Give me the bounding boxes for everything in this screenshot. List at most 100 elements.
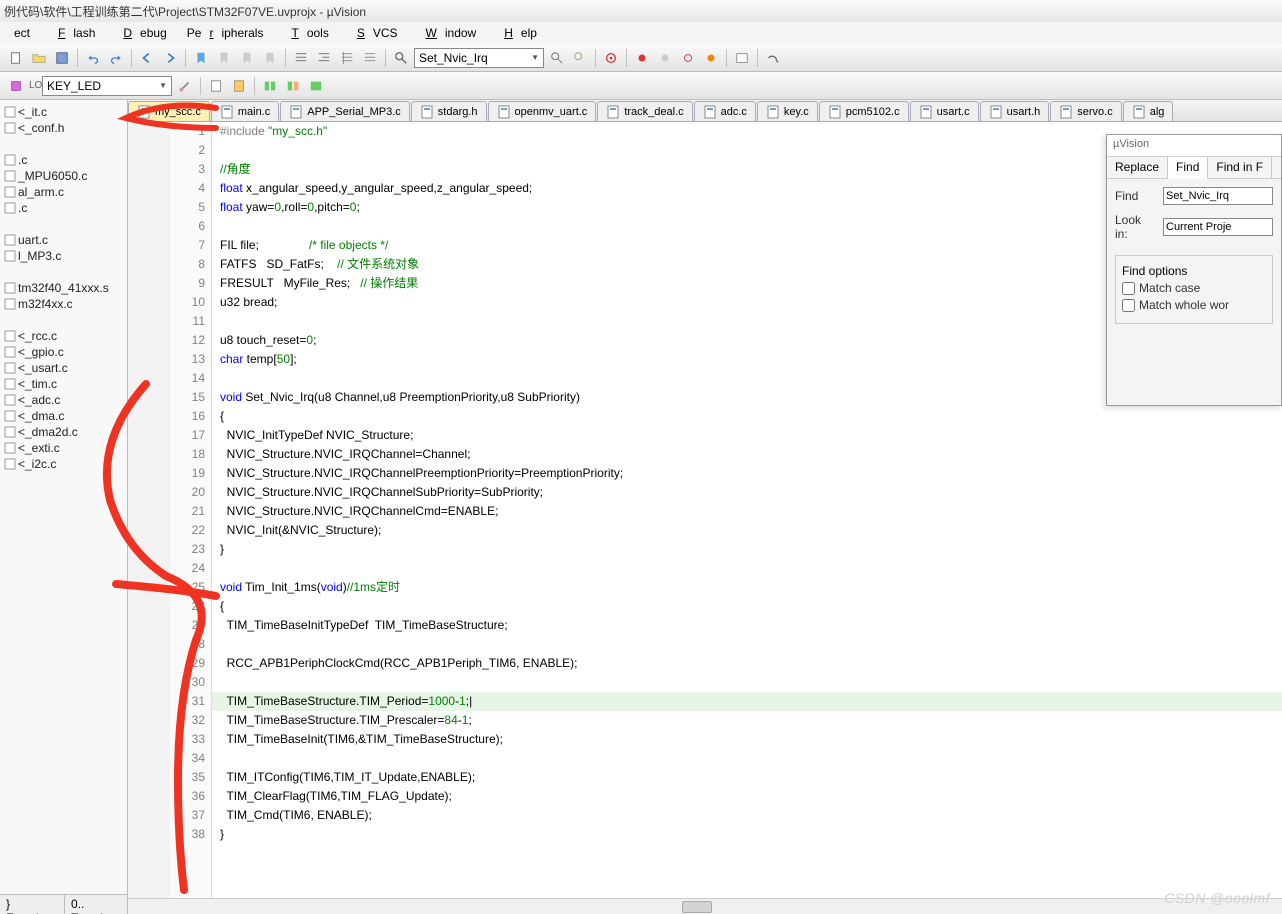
marker-column: [128, 122, 170, 898]
lookin-input[interactable]: [1163, 218, 1273, 236]
tree-item[interactable]: <_exti.c: [2, 440, 125, 456]
tree-item[interactable]: <_it.c: [2, 104, 125, 120]
tree-item[interactable]: _MPU6050.c: [2, 168, 125, 184]
editor-tab[interactable]: main.c: [211, 101, 279, 121]
find-input[interactable]: [1163, 187, 1273, 205]
manage-icon-3[interactable]: [306, 76, 326, 96]
file-ext-icon-1[interactable]: [206, 76, 226, 96]
breakpoint-toggle-icon[interactable]: [655, 48, 675, 68]
target-combo[interactable]: KEY_LED ▼: [42, 76, 172, 96]
tree-item[interactable]: <_tim.c: [2, 376, 125, 392]
manage-icon-2[interactable]: [283, 76, 303, 96]
debug-icon[interactable]: [601, 48, 621, 68]
find-in-files-icon[interactable]: [547, 48, 567, 68]
match-case-checkbox[interactable]: Match case: [1122, 281, 1266, 295]
file-icon: [989, 105, 1003, 119]
editor-tab[interactable]: usart.c: [910, 101, 979, 121]
bookmark-icon[interactable]: [191, 48, 211, 68]
editor-tab[interactable]: alg: [1123, 101, 1174, 121]
next-bookmark-icon[interactable]: [160, 48, 180, 68]
file-icon: [4, 346, 16, 358]
tree-item[interactable]: <_dma.c: [2, 408, 125, 424]
editor-tab[interactable]: key.c: [757, 101, 818, 121]
open-file-icon[interactable]: [29, 48, 49, 68]
editor-tab[interactable]: stdarg.h: [411, 101, 487, 121]
tab-functions[interactable]: } Functions: [0, 895, 65, 914]
tree-item[interactable]: <_usart.c: [2, 360, 125, 376]
tree-item[interactable]: <_i2c.c: [2, 456, 125, 472]
menu-project[interactable]: ect: [6, 24, 38, 42]
menu-debug[interactable]: Debug: [107, 24, 174, 42]
new-file-icon[interactable]: [6, 48, 26, 68]
tree-item[interactable]: <_conf.h: [2, 120, 125, 136]
file-icon: [497, 105, 511, 119]
tree-item[interactable]: [2, 312, 125, 328]
redo-icon[interactable]: [106, 48, 126, 68]
outdent-icon[interactable]: [314, 48, 334, 68]
editor-tab[interactable]: servo.c: [1050, 101, 1121, 121]
file-icon: [1132, 105, 1146, 119]
configure-icon[interactable]: [763, 48, 783, 68]
menu-help[interactable]: Help: [488, 24, 545, 42]
file-icon: [919, 105, 933, 119]
prev-bookmark-icon[interactable]: [137, 48, 157, 68]
editor-tab[interactable]: openmv_uart.c: [488, 101, 597, 121]
file-icon: [4, 426, 16, 438]
tree-item[interactable]: <_gpio.c: [2, 344, 125, 360]
lookin-label: Look in:: [1115, 213, 1157, 241]
find-title: µVision: [1107, 135, 1281, 157]
tree-item[interactable]: al_arm.c: [2, 184, 125, 200]
translate-icon[interactable]: [6, 76, 26, 96]
breakpoint-icon[interactable]: [632, 48, 652, 68]
tree-item[interactable]: [2, 216, 125, 232]
tree-item[interactable]: .c: [2, 200, 125, 216]
incremental-find-icon[interactable]: [570, 48, 590, 68]
comment-icon[interactable]: [337, 48, 357, 68]
options-icon[interactable]: [175, 76, 195, 96]
tab-templates[interactable]: 0.. Templates: [65, 895, 128, 914]
editor-tab[interactable]: pcm5102.c: [819, 101, 909, 121]
menu-tools[interactable]: Tools: [275, 24, 336, 42]
indent-icon[interactable]: [291, 48, 311, 68]
bookmark-prev-icon[interactable]: [214, 48, 234, 68]
project-tree[interactable]: <_it.c<_conf.h .c_MPU6050.cal_arm.c.c ua…: [0, 100, 127, 894]
uncomment-icon[interactable]: [360, 48, 380, 68]
tab-find[interactable]: Find: [1168, 157, 1208, 179]
editor-tab[interactable]: my_scc.c: [128, 101, 210, 121]
find-combo[interactable]: Set_Nvic_Irq ▼: [414, 48, 544, 68]
tree-item[interactable]: [2, 136, 125, 152]
tree-item[interactable]: uart.c: [2, 232, 125, 248]
tree-item[interactable]: [2, 264, 125, 280]
save-icon[interactable]: [52, 48, 72, 68]
file-ext-icon-2[interactable]: [229, 76, 249, 96]
find-dialog[interactable]: µVision Replace Find Find in F Find Look…: [1106, 134, 1282, 406]
bookmark-clear-icon[interactable]: [260, 48, 280, 68]
menu-svcs[interactable]: SVCS: [341, 24, 406, 42]
tree-item[interactable]: <_adc.c: [2, 392, 125, 408]
menu-flash[interactable]: Flash: [42, 24, 103, 42]
menu-peripherals[interactable]: Peripherals: [179, 24, 272, 42]
editor-tab[interactable]: APP_Serial_MP3.c: [280, 101, 410, 121]
editor-tab[interactable]: usart.h: [980, 101, 1050, 121]
editor-tab[interactable]: track_deal.c: [597, 101, 692, 121]
scrollbar-thumb[interactable]: [682, 901, 712, 913]
tree-item[interactable]: <_dma2d.c: [2, 424, 125, 440]
tab-replace[interactable]: Replace: [1107, 157, 1168, 178]
tree-item[interactable]: tm32f40_41xxx.s: [2, 280, 125, 296]
breakpoint-kill-icon[interactable]: [701, 48, 721, 68]
tree-item[interactable]: m32f4xx.c: [2, 296, 125, 312]
find-icon[interactable]: [391, 48, 411, 68]
manage-icon-1[interactable]: [260, 76, 280, 96]
window-icon[interactable]: [732, 48, 752, 68]
tab-find-in-files[interactable]: Find in F: [1208, 157, 1272, 178]
tree-item[interactable]: l_MP3.c: [2, 248, 125, 264]
match-word-checkbox[interactable]: Match whole wor: [1122, 298, 1266, 312]
horizontal-scrollbar[interactable]: [128, 898, 1282, 914]
menu-window[interactable]: Window: [410, 24, 485, 42]
bookmark-next-icon[interactable]: [237, 48, 257, 68]
editor-tab[interactable]: adc.c: [694, 101, 756, 121]
tree-item[interactable]: <_rcc.c: [2, 328, 125, 344]
breakpoint-disable-icon[interactable]: [678, 48, 698, 68]
undo-icon[interactable]: [83, 48, 103, 68]
tree-item[interactable]: .c: [2, 152, 125, 168]
